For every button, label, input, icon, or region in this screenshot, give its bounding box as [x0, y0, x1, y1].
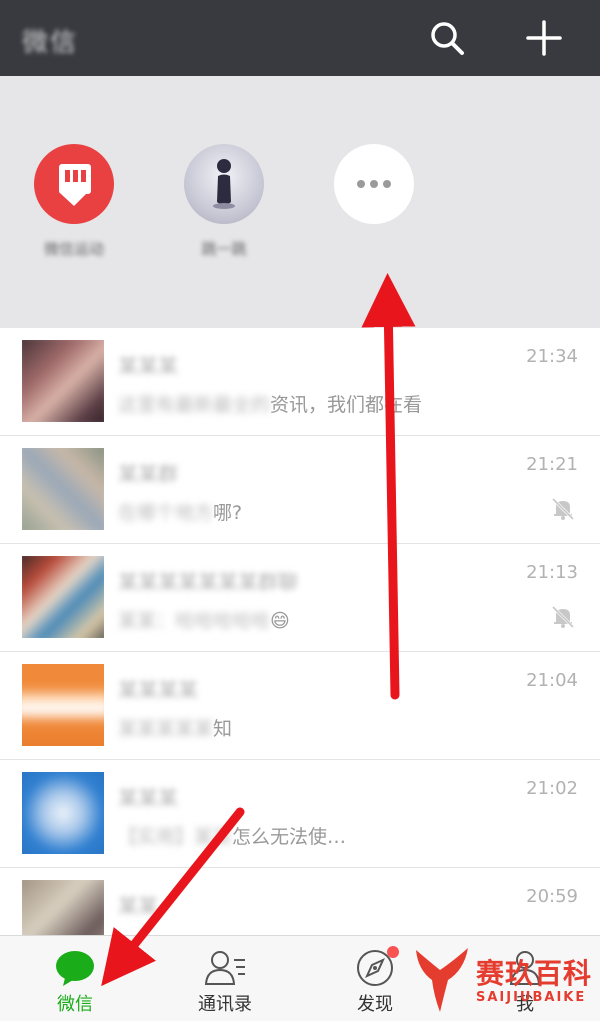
mute-bell-icon [550, 496, 576, 522]
mini-program-drawer: 微信运动 跳一跳 [0, 76, 600, 328]
chat-name: 某某某某 [118, 678, 198, 702]
chat-name: 某某某 [118, 786, 178, 810]
chat-preview: 某某某某某知 [118, 718, 233, 740]
chat-time: 21:21 [526, 454, 578, 475]
avatar [22, 340, 104, 422]
more-mini-programs-button[interactable] [319, 144, 429, 258]
tab-contacts[interactable]: 通讯录 [150, 936, 300, 1021]
mini-program-item[interactable]: 微信运动 [19, 144, 129, 258]
avatar [22, 556, 104, 638]
tab-label: 通讯录 [198, 994, 252, 1015]
avatar [22, 772, 104, 854]
chat-name: 某某群 [118, 462, 178, 486]
top-bar: 微信 [0, 0, 600, 76]
app-title: 微信 [22, 28, 79, 58]
chat-name: 某某某 [118, 354, 178, 378]
chat-row[interactable]: 某某某 【实用】某某怎么无法使… 21:02 [0, 760, 600, 868]
fist-app-icon [34, 144, 114, 224]
compass-icon [353, 946, 399, 988]
whale-tail-icon [416, 948, 468, 1012]
chat-name: 某某某某某某某群聊 [118, 570, 298, 594]
chat-name: 某某 [118, 894, 158, 918]
chat-time: 20:59 [526, 886, 578, 907]
chat-time: 21:04 [526, 670, 578, 691]
watermark-brand: 赛玖百科 [476, 957, 593, 990]
jump-game-icon [184, 144, 264, 224]
notification-dot [387, 946, 399, 958]
chat-time: 21:34 [526, 346, 578, 367]
chat-time: 21:13 [526, 562, 578, 583]
tab-chats[interactable]: 微信 [0, 936, 150, 1021]
avatar [22, 664, 104, 746]
search-icon[interactable] [425, 16, 469, 60]
avatar [22, 448, 104, 530]
chat-row[interactable]: 某某某 这里有最新最全的资讯，我们都在看 21:34 [0, 328, 600, 436]
more-icon [334, 144, 414, 224]
chat-preview: 【实用】某某怎么无法使… [118, 826, 347, 848]
chat-preview: 某某：哈哈哈哈哈😄 [118, 610, 290, 632]
watermark-logo: 赛玖百科 SAIJIUBAIKE [410, 940, 600, 1020]
watermark-sub: SAIJIUBAIKE [476, 990, 587, 1005]
chat-preview: 在哪个地方哪? [118, 502, 243, 524]
plus-icon[interactable] [522, 16, 566, 60]
chat-list: 某某某 这里有最新最全的资讯，我们都在看 21:34 某某群 在哪个地方哪? 2… [0, 328, 600, 976]
mini-program-label: 跳一跳 [201, 240, 247, 258]
chat-row[interactable]: 某某某某 某某某某某知 21:04 [0, 652, 600, 760]
chat-row[interactable]: 某某某某某某某群聊 某某：哈哈哈哈哈😄 21:13 [0, 544, 600, 652]
mini-program-label: 微信运动 [43, 240, 104, 258]
mini-program-label [319, 238, 429, 258]
tab-label: 微信 [57, 994, 93, 1015]
chat-bubble-icon [53, 948, 97, 988]
mini-program-item[interactable]: 跳一跳 [169, 144, 279, 258]
chat-row[interactable]: 某某群 在哪个地方哪? 21:21 [0, 436, 600, 544]
chat-time: 21:02 [526, 778, 578, 799]
contacts-icon [203, 948, 247, 988]
mute-bell-icon [550, 604, 576, 630]
chat-preview: 这里有最新最全的资讯，我们都在看 [118, 394, 423, 416]
